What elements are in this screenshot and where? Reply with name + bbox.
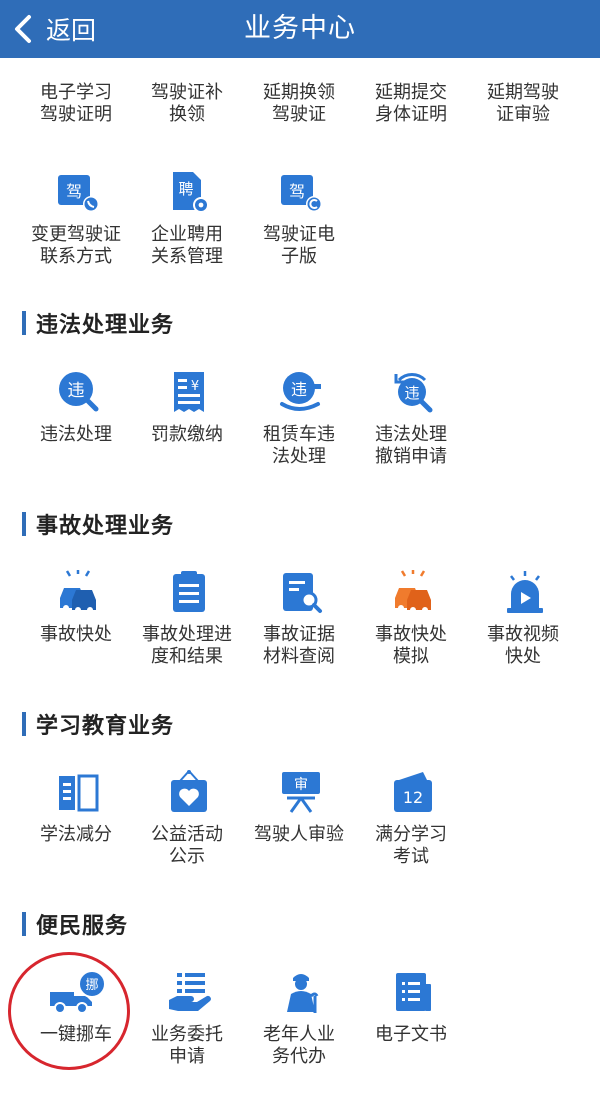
violation-car-key-icon: 违 (279, 370, 323, 414)
svg-text:驾: 驾 (289, 182, 305, 201)
car-collision-orange-icon (391, 570, 435, 614)
calendar-12-icon: 12 (391, 770, 435, 814)
elderly-person-icon (279, 970, 323, 1014)
clipboard-list-icon (167, 570, 211, 614)
license-phone-icon: 驾 (56, 170, 100, 214)
license-e-icon: 驾 (279, 170, 323, 214)
top-nav-bar: 返回 业务中心 (0, 0, 600, 58)
receipt-yuan-icon: ¥ (167, 370, 211, 414)
svg-text:违: 违 (291, 380, 307, 399)
svg-text:违: 违 (68, 381, 85, 401)
hand-list-icon (167, 970, 211, 1014)
open-book-icon (56, 770, 100, 814)
violation-search-icon: 违 (56, 370, 100, 414)
page-title: 业务中心 (244, 13, 356, 44)
svg-text:12: 12 (403, 788, 423, 807)
svg-text:¥: ¥ (191, 379, 199, 394)
review-board-icon: 审 (279, 770, 323, 814)
svg-text:聘: 聘 (178, 180, 193, 198)
svg-text:驾: 驾 (66, 182, 82, 201)
svg-text:违: 违 (404, 384, 419, 402)
car-collision-icon (56, 570, 100, 614)
section-header-convenience: 便民服务 (22, 909, 128, 939)
section-header-violation: 违法处理业务 (22, 308, 174, 338)
truck-move-icon: 挪 (48, 970, 108, 1014)
svg-text:审: 审 (294, 777, 308, 793)
document-gear-icon: 聘 (167, 170, 211, 214)
heart-hands-sign-icon (167, 770, 211, 814)
section-header-accident: 事故处理业务 (22, 509, 174, 539)
section-header-education: 学习教育业务 (22, 709, 174, 739)
svg-text:挪: 挪 (85, 978, 98, 993)
document-search-icon (279, 570, 323, 614)
violation-refresh-icon: 违 (391, 370, 435, 414)
siren-play-icon (503, 570, 547, 614)
document-icon (391, 970, 435, 1014)
